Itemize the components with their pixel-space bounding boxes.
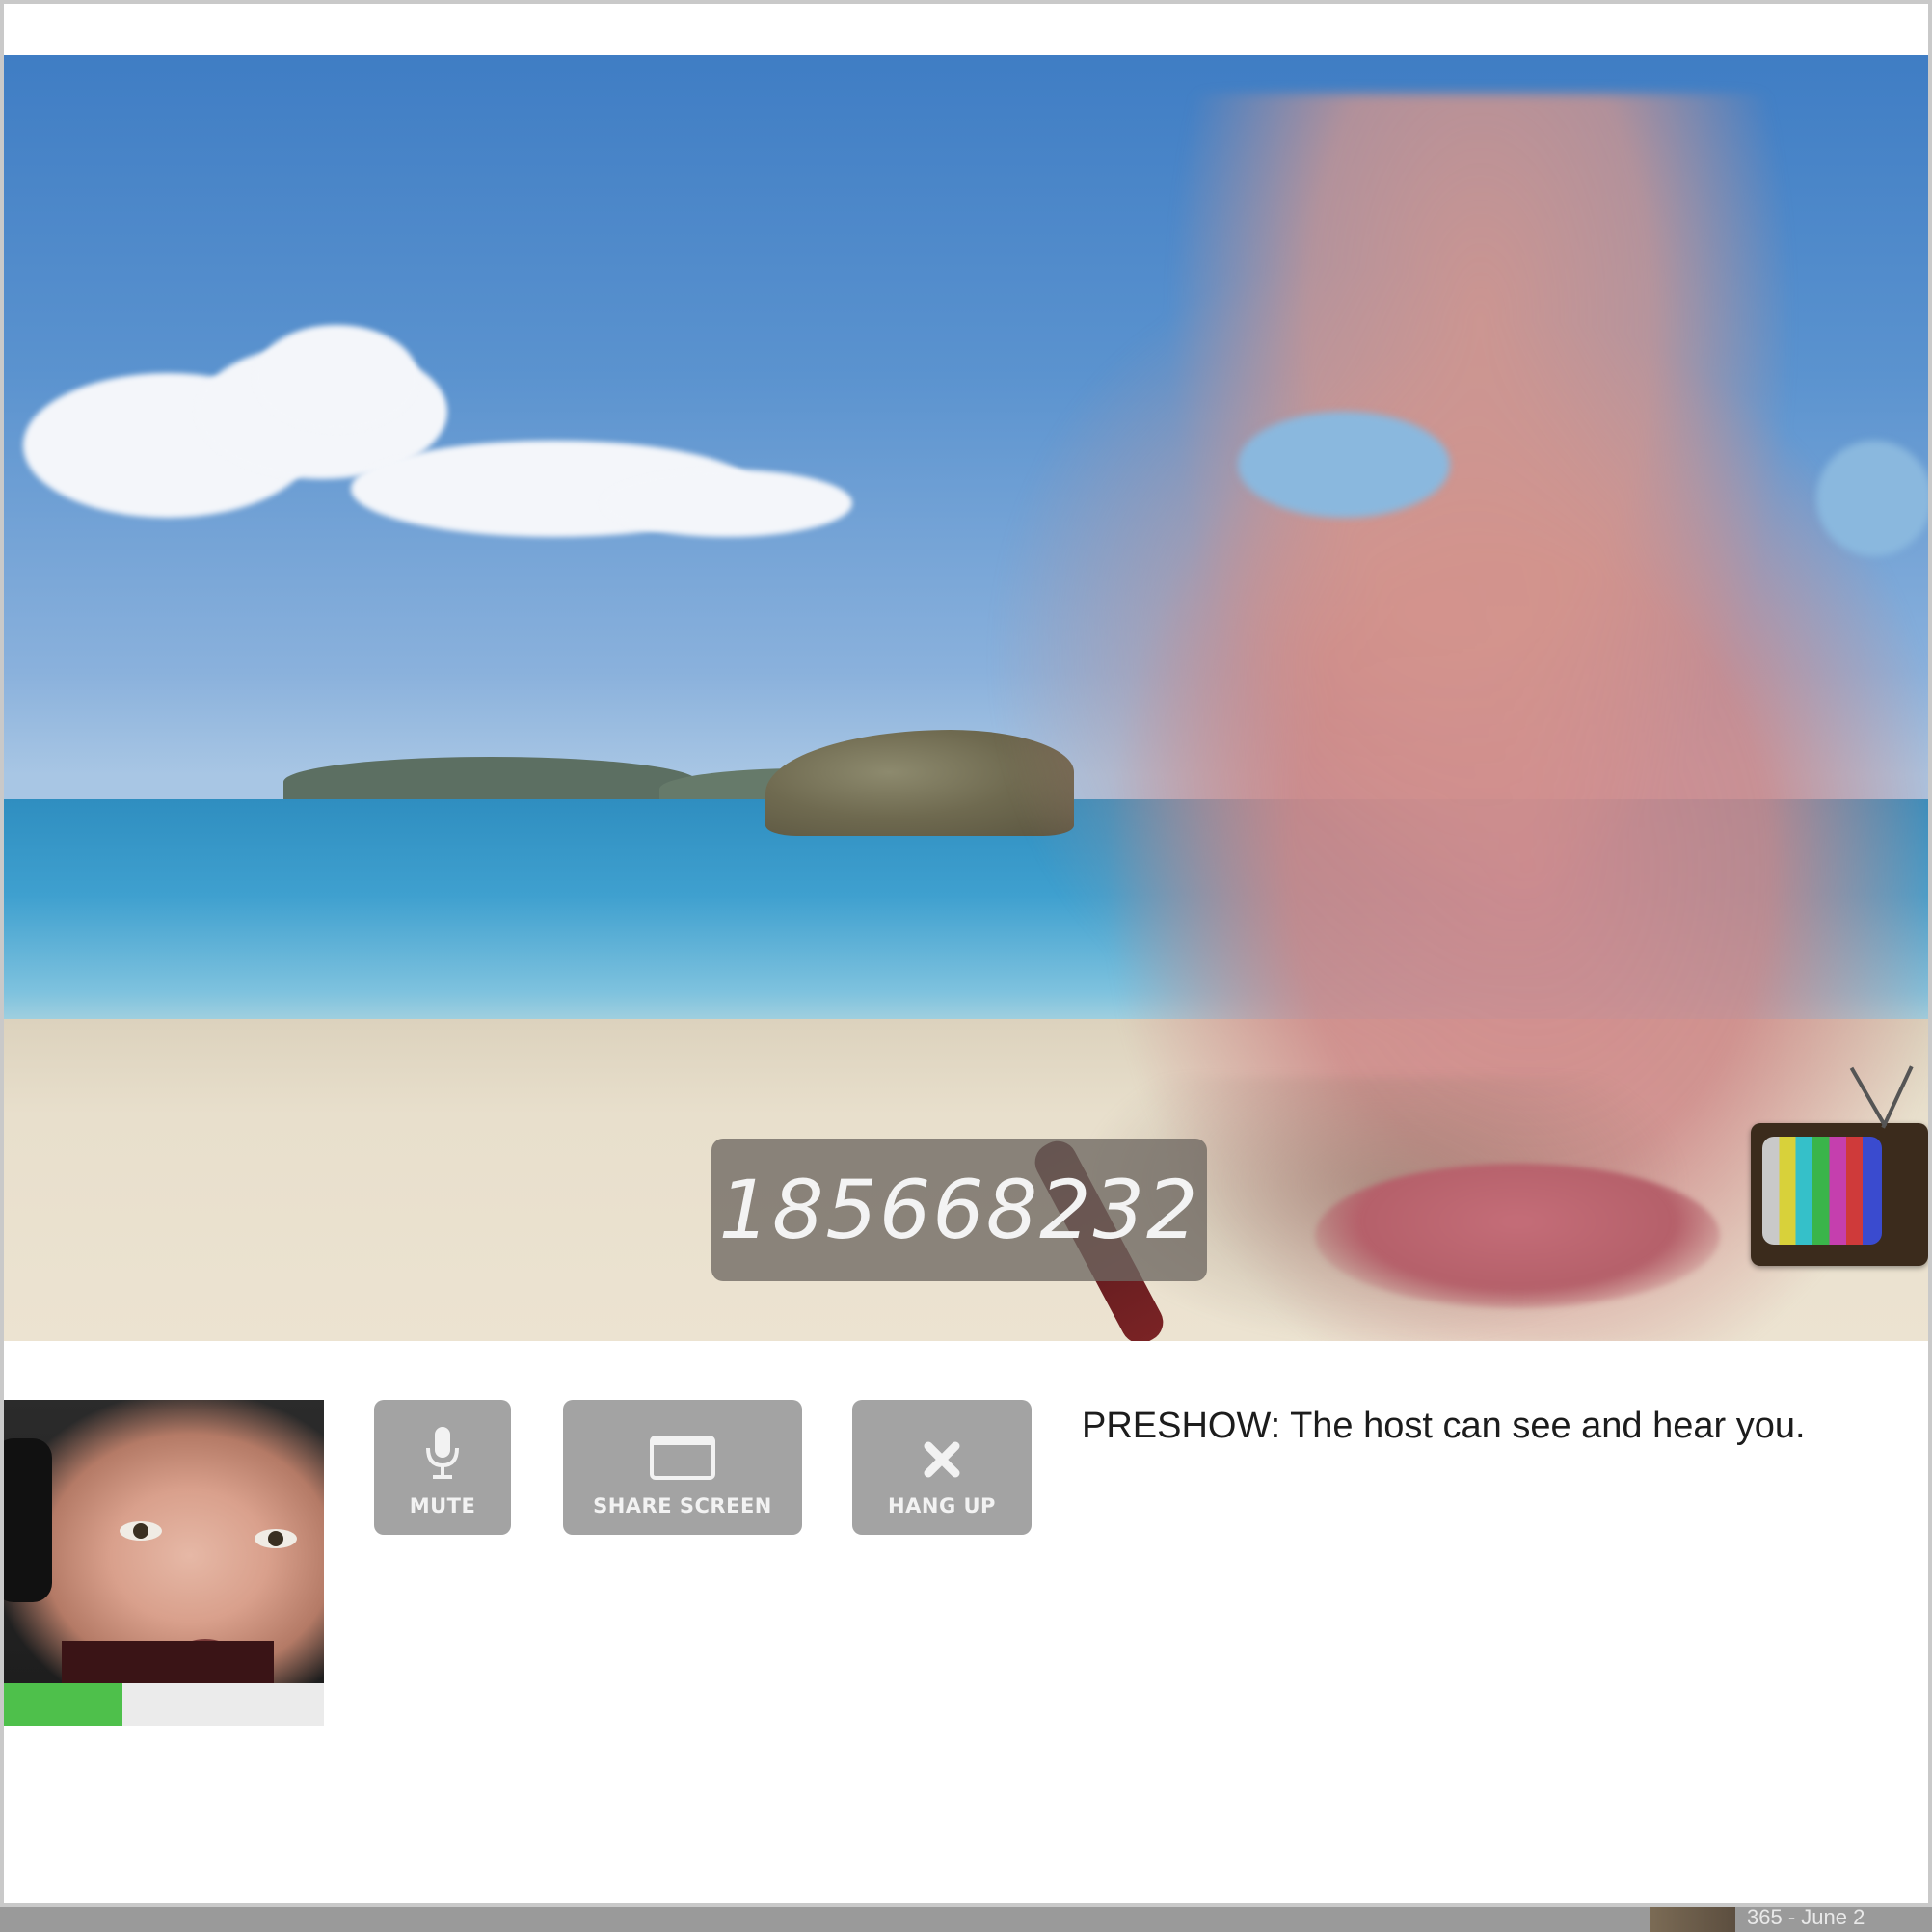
close-icon [924,1441,960,1478]
headphones [4,1438,52,1602]
share-screen-button[interactable]: SHARE SCREEN [563,1400,802,1535]
taskbar-thumbnail[interactable] [1650,1907,1735,1932]
cloud [255,325,418,431]
microphone-icon [426,1427,459,1479]
self-eye [120,1521,162,1541]
audio-level-meter [4,1683,324,1726]
self-shirt [62,1641,274,1683]
self-view-video [4,1400,324,1683]
self-eye [255,1529,297,1548]
host-lips [1315,1164,1720,1308]
taskbar [0,1907,1932,1932]
share-screen-label: SHARE SCREEN [593,1494,772,1517]
room-code: 185668232 [718,1163,1200,1257]
audio-level-fill [4,1683,122,1726]
app-window: 185668232 MUTE SHARE SCREEN HANG UP PRES… [4,4,1928,1903]
hang-up-label: HANG UP [888,1494,996,1517]
face-eye-gap [1238,412,1450,518]
status-message: PRESHOW: The host can see and hear you. [1082,1406,1806,1446]
room-code-badge: 185668232 [711,1139,1207,1281]
tv-icon[interactable] [1751,1065,1928,1266]
mute-label: MUTE [409,1494,476,1517]
cloud [602,470,852,537]
face-eye-gap [1816,441,1928,556]
tv-color-bars [1762,1137,1882,1245]
mute-button[interactable]: MUTE [374,1400,511,1535]
main-video-feed: 185668232 [4,55,1928,1341]
taskbar-item-label[interactable]: 365 - June 2 [1747,1905,1865,1930]
screen-icon [650,1436,715,1480]
hang-up-button[interactable]: HANG UP [852,1400,1032,1535]
